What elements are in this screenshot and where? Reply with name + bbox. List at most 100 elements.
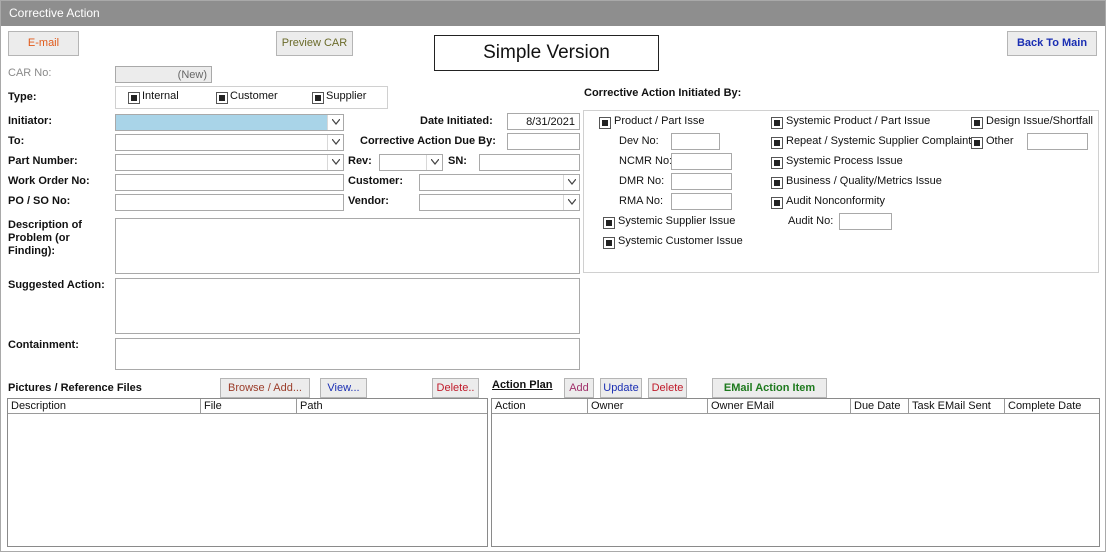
- design-issue-checkbox[interactable]: [971, 117, 983, 129]
- column-header-action[interactable]: Action: [492, 399, 588, 413]
- action-add-button[interactable]: Add: [564, 378, 594, 398]
- action-plan-table[interactable]: Action Owner Owner EMail Due Date Task E…: [491, 398, 1100, 547]
- rma-no-field[interactable]: [671, 193, 732, 210]
- page-heading: Simple Version: [434, 35, 659, 71]
- action-add-label: Add: [569, 382, 589, 394]
- systemic-product-checkbox[interactable]: [771, 117, 783, 129]
- product-part-label: Product / Part Isse: [614, 115, 705, 127]
- dev-no-label: Dev No:: [619, 135, 659, 147]
- type-customer-checkbox[interactable]: [216, 92, 228, 104]
- column-header-owner[interactable]: Owner: [588, 399, 708, 413]
- customer-combo[interactable]: [419, 174, 580, 191]
- back-to-main-label: Back To Main: [1016, 37, 1088, 49]
- initiator-label: Initiator:: [8, 115, 52, 127]
- view-button[interactable]: View...: [320, 378, 367, 398]
- audit-nonconformity-checkbox[interactable]: [771, 197, 783, 209]
- car-no-label: CAR No:: [8, 67, 52, 79]
- back-to-main-button[interactable]: Back To Main: [1007, 31, 1097, 56]
- column-header-owner-email[interactable]: Owner EMail: [708, 399, 851, 413]
- work-order-label: Work Order No:: [8, 175, 90, 187]
- chevron-down-icon[interactable]: [563, 175, 579, 190]
- car-no-field: (New): [115, 66, 212, 83]
- type-supplier-checkbox[interactable]: [312, 92, 324, 104]
- type-customer-label: Customer: [230, 90, 278, 102]
- business-quality-checkbox[interactable]: [771, 177, 783, 189]
- audit-nonconformity-label: Audit Nonconformity: [786, 195, 886, 207]
- rma-no-label: RMA No:: [619, 195, 664, 207]
- systemic-process-label: Systemic Process Issue: [786, 155, 903, 167]
- rev-label: Rev:: [348, 155, 372, 167]
- chevron-down-icon[interactable]: [327, 155, 343, 170]
- initiator-combo[interactable]: [115, 114, 344, 131]
- systemic-product-label: Systemic Product / Part Issue: [786, 115, 931, 127]
- dmr-no-field[interactable]: [671, 173, 732, 190]
- type-internal-label: Internal: [142, 90, 179, 102]
- po-so-label: PO / SO No:: [8, 195, 71, 207]
- description-label: Description of Problem (or Finding):: [8, 219, 82, 257]
- preview-car-label: Preview CAR: [281, 37, 348, 49]
- email-button-label: E-mail: [27, 37, 60, 49]
- date-initiated-field[interactable]: 8/31/2021: [507, 113, 580, 130]
- pictures-delete-label: Delete..: [436, 382, 475, 394]
- chevron-down-icon[interactable]: [327, 115, 343, 130]
- audit-no-field[interactable]: [839, 213, 892, 230]
- work-order-field[interactable]: [115, 174, 344, 191]
- sn-field[interactable]: [479, 154, 580, 171]
- containment-label: Containment:: [8, 339, 79, 351]
- systemic-customer-checkbox[interactable]: [603, 237, 615, 249]
- initiated-by-title: Corrective Action Initiated By:: [584, 87, 742, 99]
- preview-car-button[interactable]: Preview CAR: [276, 31, 353, 56]
- containment-field[interactable]: [115, 338, 580, 370]
- vendor-combo[interactable]: [419, 194, 580, 211]
- action-delete-button[interactable]: Delete: [648, 378, 687, 398]
- pictures-delete-button[interactable]: Delete..: [432, 378, 479, 398]
- description-field[interactable]: [115, 218, 580, 274]
- type-label: Type:: [8, 91, 37, 103]
- chevron-down-icon[interactable]: [327, 135, 343, 150]
- rev-combo[interactable]: [379, 154, 443, 171]
- dmr-no-label: DMR No:: [619, 175, 665, 187]
- repeat-supplier-label: Repeat / Systemic Supplier Complaint: [786, 135, 972, 147]
- action-delete-label: Delete: [651, 382, 684, 394]
- column-header-due-date[interactable]: Due Date: [851, 399, 909, 413]
- other-checkbox[interactable]: [971, 137, 983, 149]
- systemic-supplier-checkbox[interactable]: [603, 217, 615, 229]
- suggested-action-label: Suggested Action:: [8, 279, 105, 291]
- chevron-down-icon[interactable]: [563, 195, 579, 210]
- other-field[interactable]: [1027, 133, 1088, 150]
- audit-no-label: Audit No:: [788, 215, 834, 227]
- email-action-item-button[interactable]: EMail Action Item: [712, 378, 827, 398]
- systemic-process-checkbox[interactable]: [771, 157, 783, 169]
- view-label: View...: [327, 382, 360, 394]
- window-title: Corrective Action: [1, 1, 1105, 26]
- email-button[interactable]: E-mail: [8, 31, 79, 56]
- pictures-table[interactable]: Description File Path: [7, 398, 488, 547]
- column-header-description[interactable]: Description: [8, 399, 201, 413]
- date-initiated-label: Date Initiated:: [420, 115, 493, 127]
- column-header-file[interactable]: File: [201, 399, 297, 413]
- ncmr-no-field[interactable]: [671, 153, 732, 170]
- corrective-action-window: Corrective Action E-mail Preview CAR Sim…: [0, 0, 1106, 552]
- product-part-checkbox[interactable]: [599, 117, 611, 129]
- suggested-action-field[interactable]: [115, 278, 580, 334]
- type-internal-checkbox[interactable]: [128, 92, 140, 104]
- po-so-field[interactable]: [115, 194, 344, 211]
- type-supplier-label: Supplier: [326, 90, 367, 102]
- ncmr-no-label: NCMR No:: [619, 155, 673, 167]
- column-header-path[interactable]: Path: [297, 399, 487, 413]
- pictures-title: Pictures / Reference Files: [8, 382, 142, 394]
- corrective-action-form: E-mail Preview CAR Simple Version Back T…: [1, 26, 1105, 551]
- column-header-complete-date[interactable]: Complete Date: [1005, 399, 1099, 413]
- action-update-button[interactable]: Update: [600, 378, 642, 398]
- chevron-down-icon[interactable]: [426, 155, 442, 170]
- column-header-task-email-sent[interactable]: Task EMail Sent: [909, 399, 1005, 413]
- due-by-field[interactable]: [507, 133, 580, 150]
- browse-add-button[interactable]: Browse / Add...: [220, 378, 310, 398]
- customer-label: Customer:: [348, 175, 404, 187]
- part-number-combo[interactable]: [115, 154, 344, 171]
- business-quality-label: Business / Quality/Metrics Issue: [786, 175, 942, 187]
- to-combo[interactable]: [115, 134, 344, 151]
- repeat-supplier-checkbox[interactable]: [771, 137, 783, 149]
- systemic-customer-label: Systemic Customer Issue: [618, 235, 743, 247]
- dev-no-field[interactable]: [671, 133, 720, 150]
